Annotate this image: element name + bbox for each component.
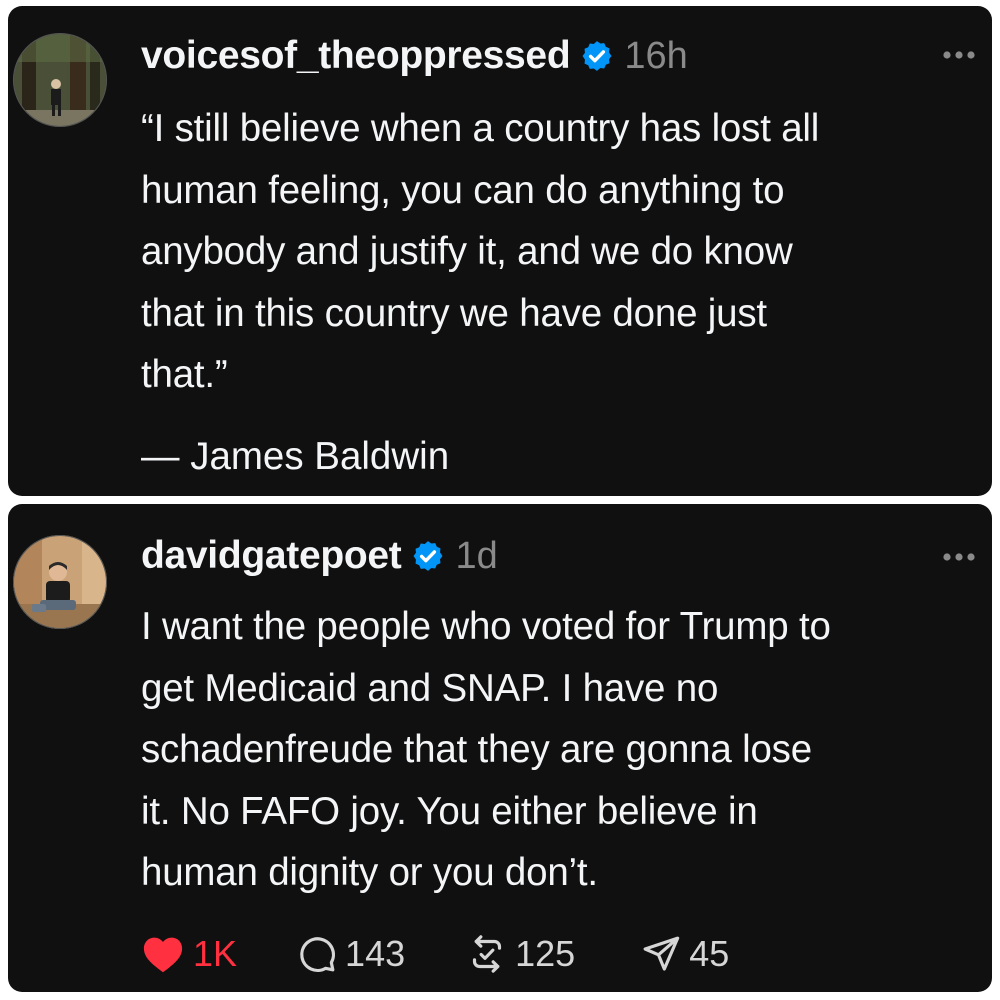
verified-badge-icon [580,39,614,73]
reply-button[interactable]: 143 [297,933,405,975]
username[interactable]: voicesof_theoppressed [141,34,571,78]
comment-icon [297,934,337,974]
share-count: 45 [689,933,730,974]
reply-count: 143 [345,933,406,974]
post-header: voicesof_theoppressed 16h [141,28,688,84]
avatar[interactable] [12,32,108,128]
post-card-1: voicesof_theoppressed 16h “I still belie… [8,6,992,496]
post-text: I want the people who voted for Trump to… [141,605,831,894]
more-options-icon[interactable] [942,550,976,562]
share-icon [641,934,681,974]
repost-count: 125 [515,933,576,974]
post-card-2: davidgatepoet 1d I want the people who v… [8,504,992,992]
like-button[interactable]: 1K [141,933,237,975]
username[interactable]: davidgatepoet [141,534,402,578]
like-count: 1K [193,933,238,974]
heart-icon [141,934,185,974]
post-time: 16h [624,34,688,77]
post-header: davidgatepoet 1d [141,528,498,584]
repost-button[interactable]: 125 [467,933,575,975]
avatar[interactable] [12,534,108,630]
quote-attribution: — James Baldwin [141,435,450,478]
more-options-icon[interactable] [942,48,976,60]
repost-icon [467,934,507,974]
post-time: 1d [455,534,498,577]
verified-badge-icon [411,539,445,573]
action-bar: 1K 143 125 45 [141,926,729,982]
share-button[interactable]: 45 [641,933,729,975]
post-text: “I still believe when a country has lost… [141,107,820,396]
